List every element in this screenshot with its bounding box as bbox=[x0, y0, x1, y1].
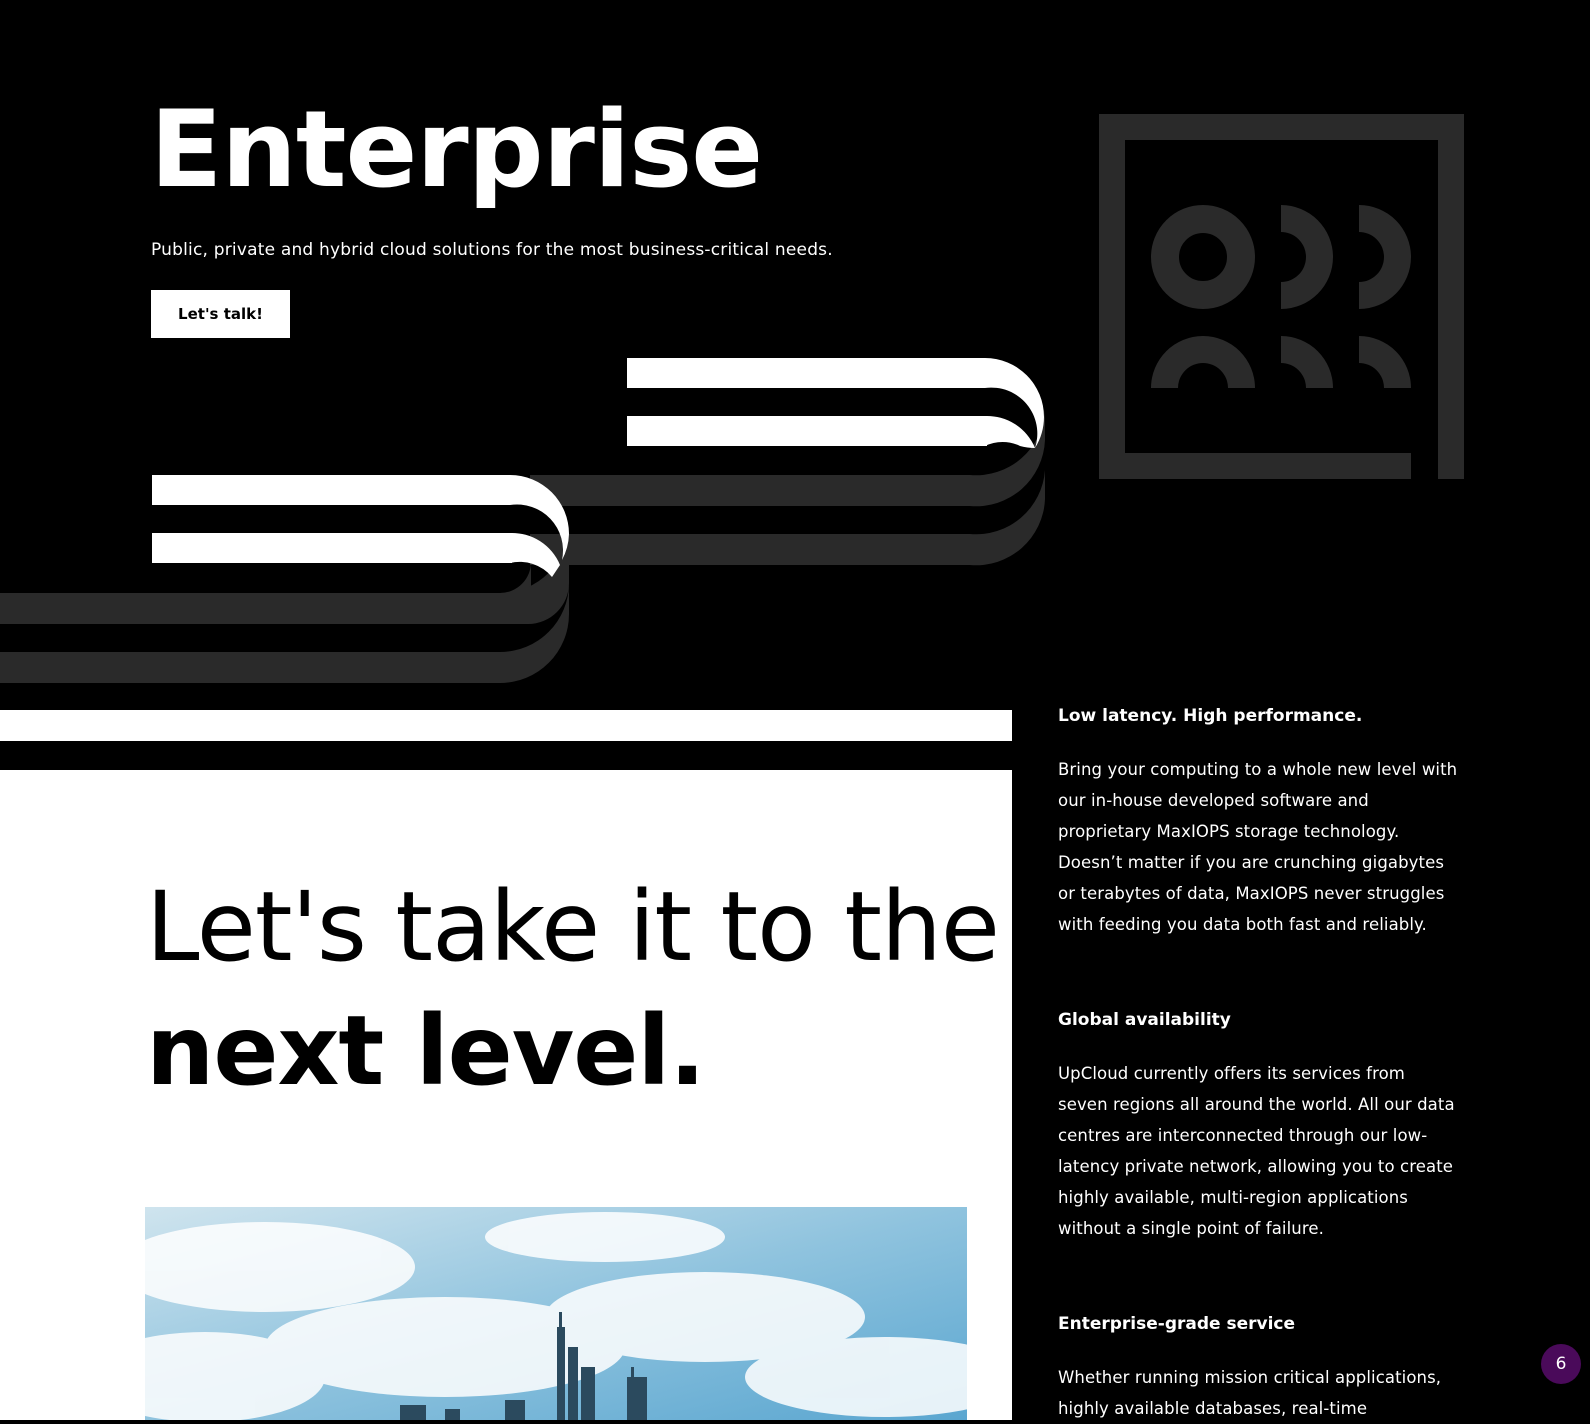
divider-bar bbox=[0, 710, 1012, 741]
feature-body: Bring your computing to a whole new leve… bbox=[1058, 760, 1458, 934]
tagline-heading: Let's take it to the next level. bbox=[146, 865, 1000, 1113]
tagline-line1: Let's take it to the bbox=[146, 871, 1000, 983]
feature-title: Low latency. High performance. bbox=[1058, 706, 1363, 726]
city-skyline-image bbox=[145, 1207, 967, 1420]
feature-global-availability: Global availability UpCloud currently of… bbox=[1058, 1010, 1458, 1244]
feature-body: UpCloud currently offers its services fr… bbox=[1058, 1064, 1455, 1238]
tagline-line2: next level. bbox=[146, 995, 706, 1107]
feature-low-latency: Low latency. High performance. Bring you… bbox=[1058, 706, 1458, 940]
notification-badge[interactable]: 6 bbox=[1541, 1344, 1581, 1384]
hero-subtitle: Public, private and hybrid cloud solutio… bbox=[151, 240, 833, 260]
feature-enterprise-service: Enterprise-grade service Whether running… bbox=[1058, 1314, 1458, 1424]
feature-title: Enterprise-grade service bbox=[1058, 1314, 1296, 1334]
circles-square-icon bbox=[1099, 114, 1464, 479]
feature-body: Whether running mission critical applica… bbox=[1058, 1368, 1442, 1418]
lets-talk-button[interactable]: Let's talk! bbox=[151, 290, 290, 338]
feature-title: Global availability bbox=[1058, 1010, 1231, 1030]
page-title: Enterprise bbox=[150, 88, 763, 211]
